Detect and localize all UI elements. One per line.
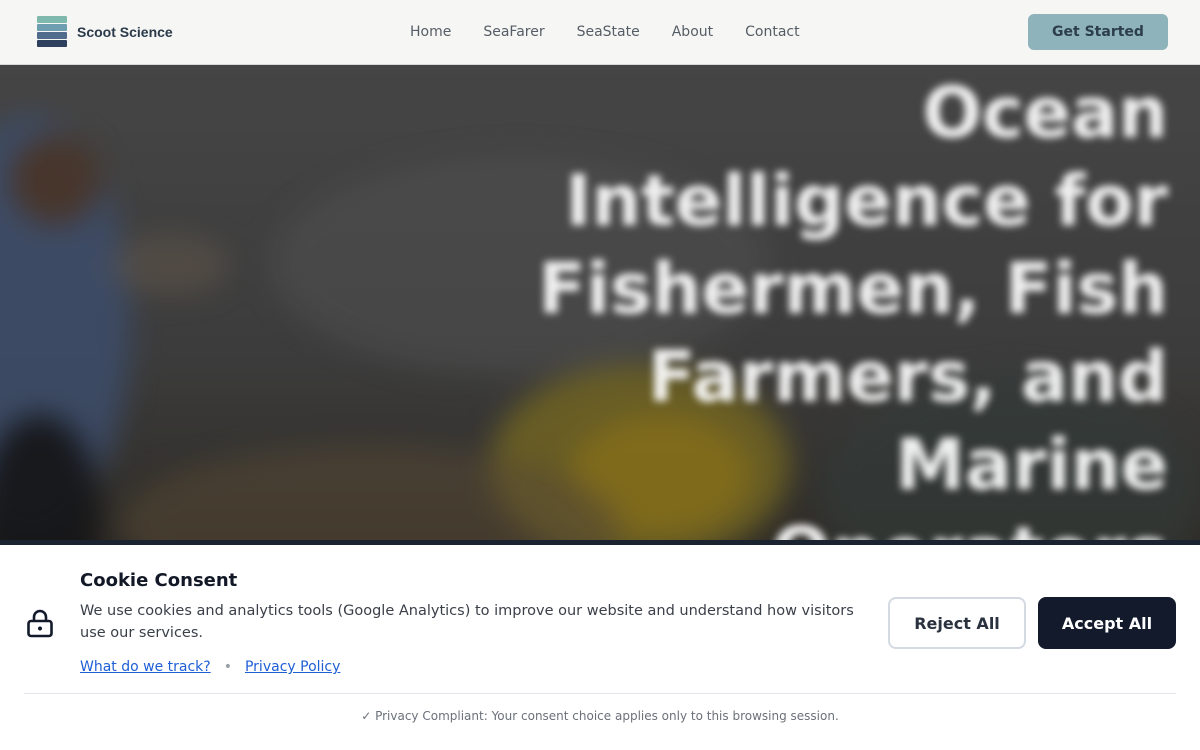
logo-text: Scoot Science — [77, 23, 173, 40]
privacy-compliant-note: ✓ Privacy Compliant: Your consent choice… — [361, 709, 839, 723]
hero-section: Ocean Intelligence for Fishermen, Fish F… — [0, 65, 1200, 543]
site-header: Scoot Science Home SeaFarer SeaState Abo… — [0, 0, 1200, 65]
nav-contact[interactable]: Contact — [745, 22, 799, 42]
cookie-links: What do we track? • Privacy Policy — [80, 657, 340, 677]
logo-icon — [37, 16, 67, 47]
lock-icon — [27, 609, 53, 638]
nav-about[interactable]: About — [672, 22, 713, 42]
nav-home[interactable]: Home — [410, 22, 451, 42]
accept-all-button[interactable]: Accept All — [1038, 597, 1176, 649]
cookie-title: Cookie Consent — [80, 570, 238, 591]
hero-title: Ocean Intelligence for Fishermen, Fish F… — [538, 72, 1168, 543]
privacy-policy-link[interactable]: Privacy Policy — [245, 657, 340, 677]
nav-seafarer[interactable]: SeaFarer — [483, 22, 544, 42]
get-started-button[interactable]: Get Started — [1028, 14, 1168, 50]
cookie-description: We use cookies and analytics tools (Goog… — [80, 603, 854, 641]
nav-seastate[interactable]: SeaState — [577, 22, 640, 42]
link-separator: • — [223, 659, 232, 675]
cookie-divider — [24, 693, 1176, 694]
main-nav: Home SeaFarer SeaState About Contact — [410, 22, 832, 42]
what-do-we-track-link[interactable]: What do we track? — [80, 657, 211, 677]
reject-all-button[interactable]: Reject All — [888, 597, 1026, 649]
logo[interactable]: Scoot Science — [37, 16, 173, 47]
